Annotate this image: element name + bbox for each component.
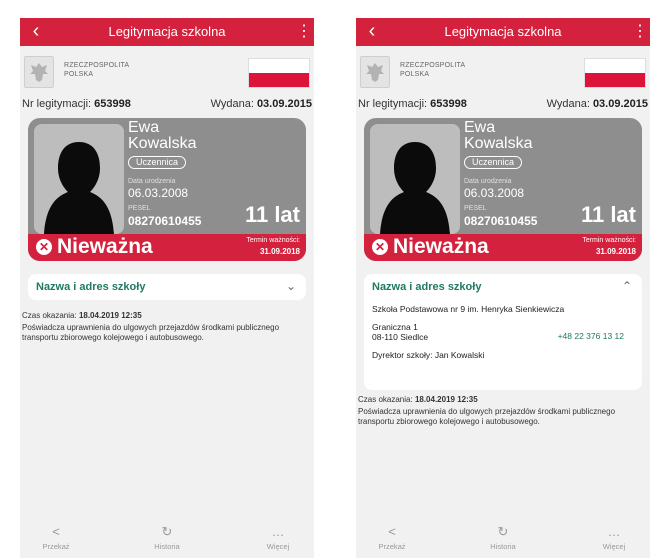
age-value: 11 lat — [580, 202, 636, 227]
profile-silhouette-icon — [34, 124, 124, 234]
nav-share[interactable]: < Przekaż — [362, 524, 422, 551]
more-horizontal-icon: … — [607, 524, 621, 539]
school-name: Szkoła Podstawowa nr 9 im. Henryka Sienk… — [372, 304, 565, 314]
school-accordion-label: Nazwa i adres szkoły — [372, 281, 482, 293]
entitlement-description: Poświadcza uprawnienia do ulgowych przej… — [22, 323, 280, 342]
share-icon: < — [52, 524, 60, 539]
top-app-bar: ‹ Legitymacja szkolna ⋮ — [356, 18, 650, 46]
valid-until-date: 31.09.2018 — [259, 247, 300, 256]
id-meta: Nr legitymacji: 653998 Wydana: 03.09.201… — [356, 98, 650, 114]
valid-until-label: Termin ważności: — [246, 237, 300, 244]
polish-flag-icon — [248, 58, 310, 88]
id-number-label: Nr legitymacji: — [22, 98, 92, 110]
dob-value: 06.03.2008 — [464, 186, 525, 200]
student-name: Ewa Kowalska — [464, 119, 533, 152]
more-vertical-icon[interactable]: ⋮ — [296, 22, 312, 42]
status-invalid: Nieważna — [57, 235, 153, 258]
eagle-emblem-icon — [360, 56, 390, 88]
entitlement-description: Poświadcza uprawnienia do ulgowych przej… — [358, 407, 616, 426]
student-id-card: Ewa Kowalska Uczennica Data urodzenia 06… — [364, 118, 642, 261]
app-title: Legitymacja szkolna — [108, 24, 226, 39]
pesel-label: PESEL — [128, 205, 151, 212]
nav-history[interactable]: ↻ Historia — [473, 524, 533, 551]
status-invalid: Nieważna — [393, 235, 489, 258]
validity-strip: ✕ Nieważna Termin ważności: 31.09.2018 — [364, 234, 642, 261]
nav-more[interactable]: … Więcej — [584, 524, 644, 551]
school-details: Szkoła Podstawowa nr 9 im. Henryka Sienk… — [364, 300, 642, 370]
school-accordion-label: Nazwa i adres szkoły — [36, 281, 146, 293]
invalid-x-icon: ✕ — [372, 239, 388, 255]
id-number-label: Nr legitymacji: — [358, 98, 428, 110]
issued-date: 03.09.2015 — [592, 98, 648, 110]
school-phone-link[interactable]: +48 22 376 13 12 — [558, 331, 624, 341]
id-meta: Nr legitymacji: 653998 Wydana: 03.09.201… — [20, 98, 314, 114]
role-badge: Uczennica — [464, 156, 523, 169]
id-number: 653998 — [94, 98, 131, 110]
chevron-up-icon[interactable]: ⌃ — [622, 279, 632, 293]
profile-silhouette-icon — [370, 124, 460, 234]
school-accordion[interactable]: Nazwa i adres szkoły ⌄ — [28, 274, 306, 300]
pesel-value: 08270610455 — [128, 214, 202, 228]
id-header: RZECZPOSPOLITA POLSKA — [20, 46, 314, 98]
country-label: RZECZPOSPOLITA POLSKA — [64, 62, 130, 78]
valid-until-date: 31.09.2018 — [595, 247, 636, 256]
issued-date: 03.09.2015 — [256, 98, 312, 110]
role-badge: Uczennica — [128, 156, 187, 169]
school-director: Dyrektor szkoły: Jan Kowalski — [372, 350, 485, 360]
bottom-nav: < Przekaż ↻ Historia … Więcej — [356, 518, 650, 558]
age-value: 11 lat — [244, 202, 300, 227]
school-accordion[interactable]: Nazwa i adres szkoły ⌃ Szkoła Podstawowa… — [364, 274, 642, 390]
nav-history[interactable]: ↻ Historia — [137, 524, 197, 551]
dob-value: 06.03.2008 — [128, 186, 189, 200]
validity-strip: ✕ Nieważna Termin ważności: 31.09.2018 — [28, 234, 306, 261]
issued-label: Wydana: — [210, 98, 254, 110]
dob-label: Data urodzenia — [128, 178, 176, 185]
pesel-value: 08270610455 — [464, 214, 538, 228]
id-header: RZECZPOSPOLITA POLSKA — [356, 46, 650, 98]
app-title: Legitymacja szkolna — [444, 24, 562, 39]
student-name: Ewa Kowalska — [128, 119, 197, 152]
country-label: RZECZPOSPOLITA POLSKA — [400, 62, 466, 78]
history-icon: ↻ — [161, 524, 173, 539]
bottom-nav: < Przekaż ↻ Historia … Więcej — [20, 518, 314, 558]
shown-time: Czas okazania: 18.04.2019 12:35 — [22, 311, 142, 320]
phone-screen-expanded: ‹ Legitymacja szkolna ⋮ RZECZPOSPOLITA P… — [356, 18, 650, 558]
top-app-bar: ‹ Legitymacja szkolna ⋮ — [20, 18, 314, 46]
issued-label: Wydana: — [546, 98, 590, 110]
nav-more[interactable]: … Więcej — [248, 524, 308, 551]
polish-flag-icon — [584, 58, 646, 88]
eagle-emblem-icon — [24, 56, 54, 88]
share-icon: < — [388, 524, 396, 539]
chevron-down-icon[interactable]: ⌄ — [286, 279, 296, 293]
id-number: 653998 — [430, 98, 467, 110]
shown-time: Czas okazania: 18.04.2019 12:35 — [358, 395, 478, 404]
nav-share[interactable]: < Przekaż — [26, 524, 86, 551]
phone-screen-collapsed: ‹ Legitymacja szkolna ⋮ RZECZPOSPOLITA P… — [20, 18, 314, 558]
more-vertical-icon[interactable]: ⋮ — [632, 22, 648, 42]
dob-label: Data urodzenia — [464, 178, 512, 185]
more-horizontal-icon: … — [271, 524, 285, 539]
student-id-card: Ewa Kowalska Uczennica Data urodzenia 06… — [28, 118, 306, 261]
pesel-label: PESEL — [464, 205, 487, 212]
valid-until-label: Termin ważności: — [582, 237, 636, 244]
invalid-x-icon: ✕ — [36, 239, 52, 255]
history-icon: ↻ — [497, 524, 509, 539]
